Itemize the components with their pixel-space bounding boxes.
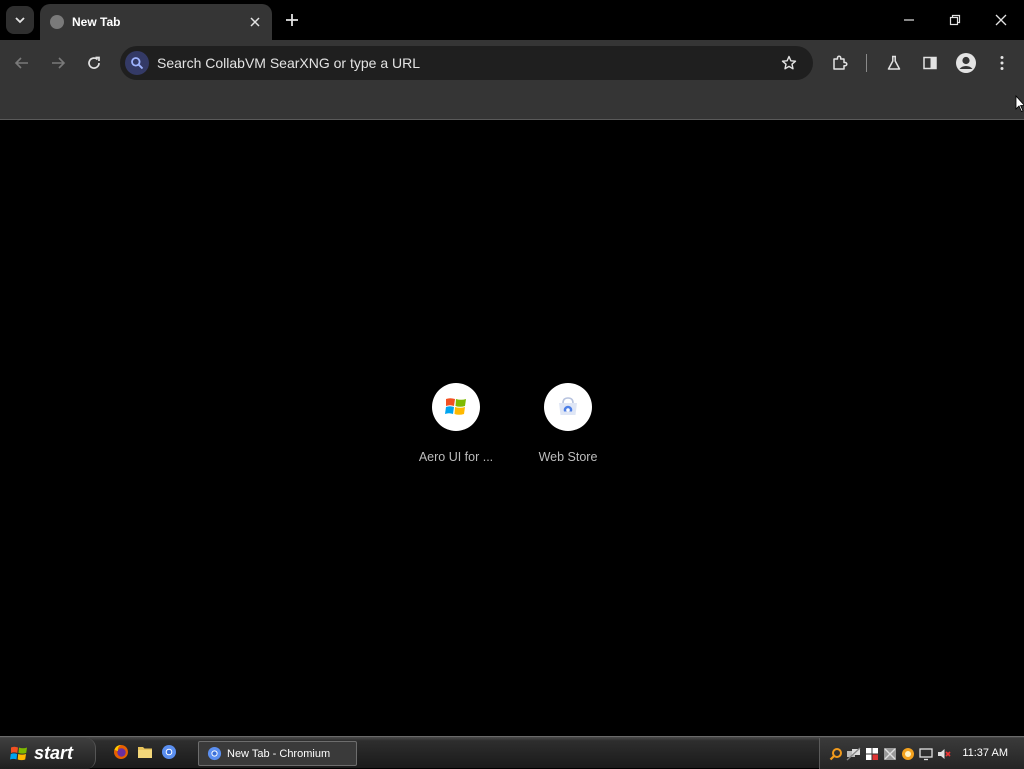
browser-toolbar: Search CollabVM SearXNG or type a URL xyxy=(0,40,1024,85)
omnibox[interactable]: Search CollabVM SearXNG or type a URL xyxy=(120,46,813,80)
shortcut-icon-circle xyxy=(432,383,480,431)
minimize-button[interactable] xyxy=(886,0,932,40)
network-adapter-icon[interactable] xyxy=(882,746,897,761)
forward-button[interactable] xyxy=(44,49,72,77)
tab-search-button[interactable] xyxy=(6,6,34,34)
minimize-icon xyxy=(904,19,914,21)
search-icon[interactable] xyxy=(828,746,843,761)
tab-favicon-icon xyxy=(50,15,64,29)
close-icon xyxy=(250,17,260,27)
bookmark-star-button[interactable] xyxy=(775,49,803,77)
close-icon xyxy=(995,14,1007,26)
close-window-button[interactable] xyxy=(978,0,1024,40)
update-icon[interactable] xyxy=(900,746,915,761)
restore-button[interactable] xyxy=(932,0,978,40)
arrow-right-icon xyxy=(52,57,66,69)
security-shield-icon[interactable] xyxy=(864,746,879,761)
tab-close-button[interactable] xyxy=(246,13,264,31)
toolbar-separator xyxy=(866,54,867,72)
tab-title: New Tab xyxy=(72,15,121,29)
shortcut-web-store[interactable]: Web Store xyxy=(520,383,616,473)
windows-flag-icon xyxy=(10,746,27,760)
arrow-left-icon xyxy=(14,57,28,69)
display-icon[interactable] xyxy=(918,746,933,761)
reload-button[interactable] xyxy=(80,49,108,77)
folder-icon[interactable] xyxy=(136,743,154,761)
taskbar-item-label: New Tab - Chromium xyxy=(227,747,331,760)
chromium-icon xyxy=(207,746,222,761)
firefox-icon[interactable] xyxy=(112,743,130,761)
profile-button[interactable] xyxy=(952,49,980,77)
system-tray: 11:37 AM xyxy=(819,738,1024,769)
search-icon xyxy=(125,51,149,75)
puzzle-icon xyxy=(833,55,848,70)
windows-logo-icon xyxy=(445,398,466,415)
volume-muted-icon[interactable] xyxy=(936,746,951,761)
plus-icon xyxy=(286,14,298,26)
shortcut-label: Web Store xyxy=(538,450,598,464)
shortcut-label: Aero UI for ... xyxy=(418,450,494,464)
extensions-button[interactable] xyxy=(826,49,854,77)
quick-launch xyxy=(112,743,178,761)
clock[interactable]: 11:37 AM xyxy=(962,747,1008,759)
menu-button[interactable] xyxy=(988,49,1016,77)
tab-strip: New Tab xyxy=(0,0,1024,40)
mouse-pointer-icon xyxy=(1015,95,1024,113)
start-button[interactable]: start xyxy=(0,738,96,769)
side-panel-button[interactable] xyxy=(916,49,944,77)
bookmarks-bar xyxy=(0,85,1024,120)
flask-icon xyxy=(887,55,901,70)
chromium-icon[interactable] xyxy=(160,743,178,761)
chevron-down-icon xyxy=(15,17,25,24)
taskbar-item-chromium[interactable]: New Tab - Chromium xyxy=(198,741,357,766)
new-tab-button[interactable] xyxy=(280,8,304,32)
shortcut-aero-ui[interactable]: Aero UI for ... xyxy=(408,383,504,473)
web-store-icon xyxy=(559,397,577,415)
more-vert-icon xyxy=(1000,56,1004,70)
shortcut-icon-circle xyxy=(544,383,592,431)
omnibox-placeholder[interactable]: Search CollabVM SearXNG or type a URL xyxy=(157,55,775,71)
tab-new-tab[interactable]: New Tab xyxy=(40,4,272,40)
start-label: start xyxy=(34,743,74,763)
back-button[interactable] xyxy=(8,49,36,77)
new-tab-page: Aero UI for ... Web Store xyxy=(0,121,1024,736)
taskbar: start New Tab - Chromium 11:37 AM xyxy=(0,736,1024,769)
side-panel-icon xyxy=(923,56,937,70)
star-icon xyxy=(781,55,797,70)
reload-icon xyxy=(88,56,100,69)
restore-icon xyxy=(949,14,961,26)
labs-button[interactable] xyxy=(880,49,908,77)
network-disabled-icon[interactable] xyxy=(846,746,861,761)
avatar-icon xyxy=(956,53,976,73)
